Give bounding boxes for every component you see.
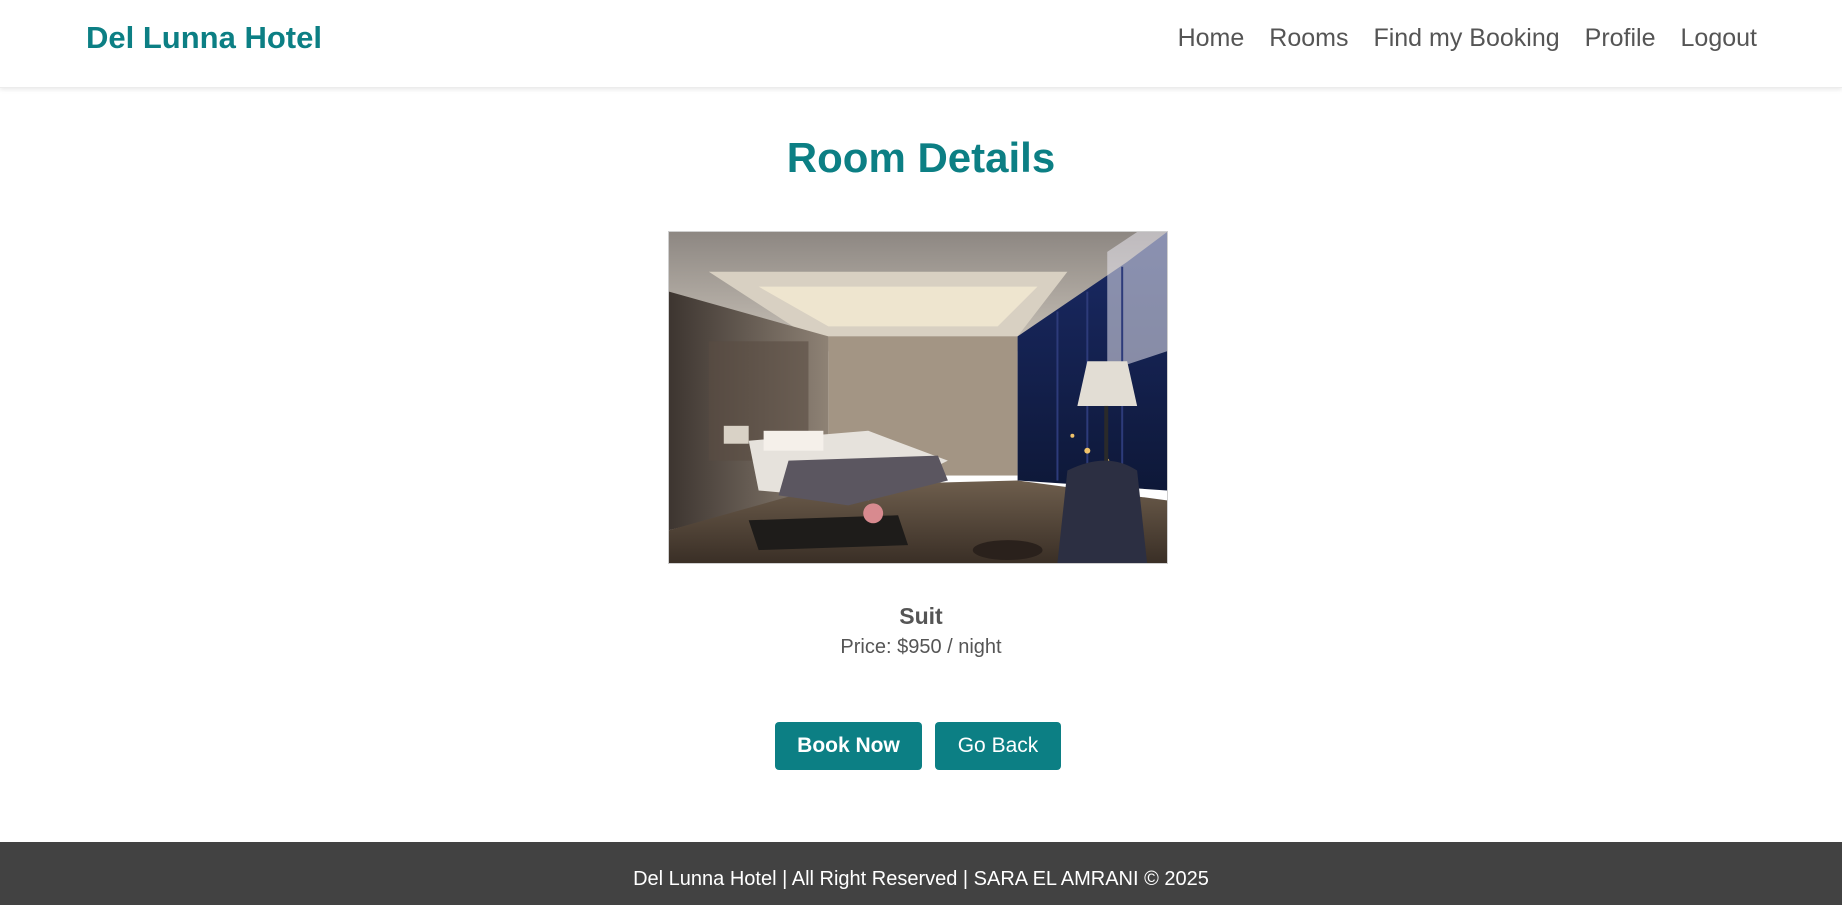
- nav-find-booking-link[interactable]: Find my Booking: [1373, 24, 1559, 53]
- go-back-button[interactable]: Go Back: [935, 722, 1061, 770]
- book-now-button[interactable]: Book Now: [775, 722, 922, 770]
- room-price: Price: $950 / night: [840, 636, 1002, 658]
- footer: Del Lunna Hotel | All Right Reserved | S…: [0, 842, 1842, 905]
- page-title: Room Details: [786, 134, 1056, 181]
- navbar: Del Lunna Hotel Home Rooms Find my Booki…: [0, 0, 1842, 88]
- room-photo-illustration: [669, 232, 1167, 563]
- nav-rooms-link[interactable]: Rooms: [1269, 24, 1348, 53]
- nav-logout-link[interactable]: Logout: [1681, 24, 1757, 53]
- footer-text: Del Lunna Hotel | All Right Reserved | S…: [633, 868, 1209, 890]
- nav-links: Home Rooms Find my Booking Profile Logou…: [1178, 24, 1757, 53]
- nav-home-link[interactable]: Home: [1178, 24, 1245, 53]
- room-photo: [668, 231, 1168, 564]
- brand-logo[interactable]: Del Lunna Hotel: [86, 20, 322, 56]
- room-name: Suit: [899, 603, 943, 629]
- nav-profile-link[interactable]: Profile: [1585, 24, 1656, 53]
